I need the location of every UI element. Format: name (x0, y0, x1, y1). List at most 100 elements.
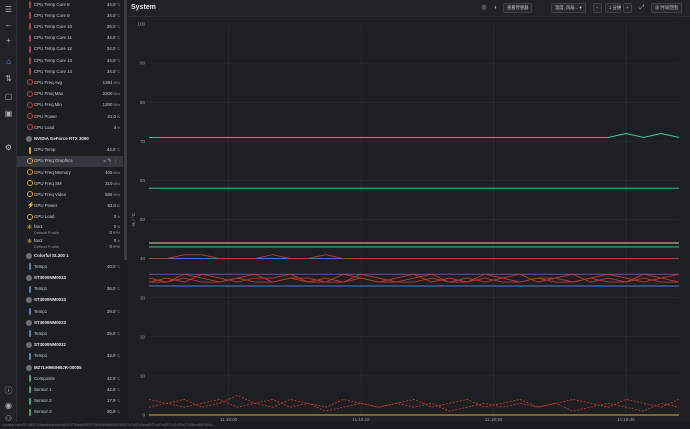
thermometer-icon (29, 45, 31, 53)
palette-icon[interactable]: ◐ (491, 3, 501, 13)
sensor-row[interactable]: Temp1 29.0°C (17, 306, 123, 317)
sensor-row[interactable]: Sensor 1 42.9°C (17, 384, 123, 395)
device-header[interactable]: ST3000NM0023 (17, 295, 123, 306)
sensor-label: Temp1 (34, 330, 48, 336)
sensor-row[interactable]: GPU Freq Graphics ◒ ✎ ⋮ (17, 155, 123, 167)
sensor-value: 0% (113, 214, 120, 220)
sensor-row[interactable]: ✻ fan2 Default Profile 0% 0RPM (17, 237, 123, 251)
device-header[interactable]: NVIDIA GeForce RTX 3090 (17, 133, 123, 144)
sensor-value: 36.0°C (106, 286, 120, 292)
sensor-label: Temp1 (34, 308, 48, 314)
sensor-row[interactable]: GPU Load 0% (17, 212, 123, 223)
sensor-row[interactable]: GPU Temp 44.0°C (17, 145, 123, 156)
sensor-label: CPU Freq Max (34, 91, 64, 97)
sensor-value: 210MHz (105, 180, 120, 186)
sensor-label: Temp1 (34, 263, 48, 269)
sensor-row[interactable]: GPU Freq SM 210MHz (17, 178, 123, 189)
home-icon[interactable]: ⌂ (3, 56, 14, 67)
time-window[interactable]: 1 分钟 (605, 3, 621, 13)
timeline-button[interactable]: ▦ 时间范围 (651, 3, 682, 13)
sensor-value: 29.0°C (106, 330, 120, 336)
menu-icon[interactable]: ☰ (3, 4, 14, 15)
row-actions-icon[interactable]: ◒ ✎ ⋮ (103, 158, 118, 164)
sensor-value: 34.0°C (106, 57, 120, 63)
device-header[interactable]: MZ7LH960HBJR-00005 (17, 362, 123, 373)
sensor-value: 40.0°C (106, 263, 120, 269)
sensor-value: 17.9°C (106, 398, 120, 404)
sensor-label: Colorful SL300 1 (34, 252, 69, 258)
sensor-label: Sensor 2 (34, 398, 52, 404)
sensor-label: Temp1 (34, 353, 48, 359)
user-icon[interactable]: ◉ (3, 400, 14, 411)
thermometer-icon (29, 285, 31, 293)
fan-rpm: 0RPM (109, 230, 120, 235)
sensor-value: 555MHz (105, 191, 120, 197)
y-tick-label: 90 (140, 61, 146, 66)
settings-dropdown-label: 温度, 风扇... (555, 5, 579, 10)
device-header[interactable]: Colorful SL300 1 (17, 250, 123, 261)
zoom-out-button[interactable]: − (593, 3, 602, 13)
zoom-in-button[interactable]: + (623, 3, 632, 13)
sensor-label: MZ7LH960HBJR-00005 (34, 364, 82, 370)
sensor-row[interactable]: ⚡ GPU Power 53.0W (17, 201, 123, 212)
sensors-button[interactable]: 查看传感器 (503, 3, 533, 13)
sensor-row[interactable]: CPU Power 21.0W (17, 111, 123, 122)
sensor-label: CPU Temp Core 8 (34, 1, 70, 7)
sensor-row[interactable]: CPU Load 4% (17, 122, 123, 133)
target-icon[interactable]: ◎ (479, 3, 489, 13)
sensor-row[interactable]: CPU Temp Core 14 34.0°C (17, 66, 123, 77)
sensor-value: 35.0°C (106, 23, 120, 29)
back-icon[interactable]: ← (3, 19, 14, 30)
device-icon (26, 319, 32, 326)
gauge-icon (27, 157, 33, 164)
sensor-chart[interactable]: 010203040506070809010011:18:00 11:18:15 11… (127, 17, 690, 422)
time-window-label: 1 分钟 (609, 5, 622, 10)
sensor-row[interactable]: CPU Freq Min 1200MHz (17, 100, 123, 111)
bookmark-icon[interactable]: ▢ (3, 91, 14, 102)
sensor-row[interactable]: Temp1 36.0°C (17, 284, 123, 295)
add-icon[interactable]: + (3, 35, 14, 46)
fan-rpm: 0RPM (109, 243, 120, 249)
fan-profile: Default Profile (34, 230, 60, 235)
thermometer-icon (29, 146, 31, 154)
settings-dropdown[interactable]: 温度, 风扇... ▾ (551, 3, 586, 13)
sensor-row[interactable]: ✻ fan1 Default Profile 0% 0RPM (17, 223, 123, 237)
device-icon (26, 297, 32, 304)
settings-icon[interactable]: ⚙ (3, 142, 14, 153)
sensor-row[interactable]: CPU Freq Avg 1394MHz (17, 77, 123, 88)
sensor-row[interactable]: Temp1 33.0°C (17, 351, 123, 362)
sensor-row[interactable]: GPU Freq Memory 405MHz (17, 167, 123, 178)
nav-rail: ☰ ← + ⌂ ⇅ ▢ ▣ ⚙ ⓘ ◉ ⚇ (0, 0, 17, 429)
sensor-row[interactable]: Composite 42.9°C (17, 373, 123, 384)
sensor-row[interactable]: CPU Temp Core 9 34.0°C (17, 10, 123, 21)
toolbar: System ◎ ◐ 查看传感器 温度, 风扇... ▾ − 1 分钟 + ⤢ … (127, 0, 690, 17)
sensor-row[interactable]: CPU Temp Core 11 34.0°C (17, 33, 123, 44)
fan-profile: Default Profile (34, 243, 60, 249)
info-icon[interactable]: ⓘ (3, 385, 14, 396)
sensor-row[interactable]: CPU Temp Core 8 34.0°C (17, 0, 123, 10)
expand-icon[interactable]: ⤢ (637, 3, 647, 13)
device-header[interactable]: ST3000NM0023 (17, 272, 123, 283)
sensor-row[interactable]: CPU Freq Max 2200MHz (17, 89, 123, 100)
sensor-row[interactable]: Sensor 2 17.9°C (17, 396, 123, 407)
sensor-value: 29.0°C (106, 308, 120, 314)
gauge-icon (27, 124, 33, 131)
gauge-icon (27, 79, 33, 86)
sensor-row[interactable]: CPU Temp Core 10 35.0°C (17, 21, 123, 32)
device-header[interactable]: ST3000NM0023 (17, 317, 123, 328)
sensor-label: GPU Load (34, 214, 55, 220)
device-icon (26, 364, 32, 371)
sensor-row[interactable]: Temp1 40.0°C (17, 261, 123, 272)
sensor-row[interactable]: Sensor 3 20.9°C (17, 407, 123, 418)
sensor-row[interactable]: GPU Freq Video 555MHz (17, 189, 123, 200)
thermometer-icon (29, 263, 31, 271)
sensor-value: 44.0°C (106, 147, 120, 153)
sensor-row[interactable]: CPU Temp Core 12 34.0°C (17, 44, 123, 55)
sensor-value: 34.0°C (106, 46, 120, 52)
sensor-row[interactable]: Temp1 29.0°C (17, 328, 123, 339)
device-header[interactable]: ST3000NM0022 (17, 340, 123, 351)
layers-icon[interactable]: ▣ (3, 108, 14, 119)
sensor-row[interactable]: CPU Temp Core 13 34.0°C (17, 55, 123, 66)
sensor-label: GPU Freq Memory (34, 169, 71, 175)
sensors-icon[interactable]: ⇅ (3, 73, 14, 84)
